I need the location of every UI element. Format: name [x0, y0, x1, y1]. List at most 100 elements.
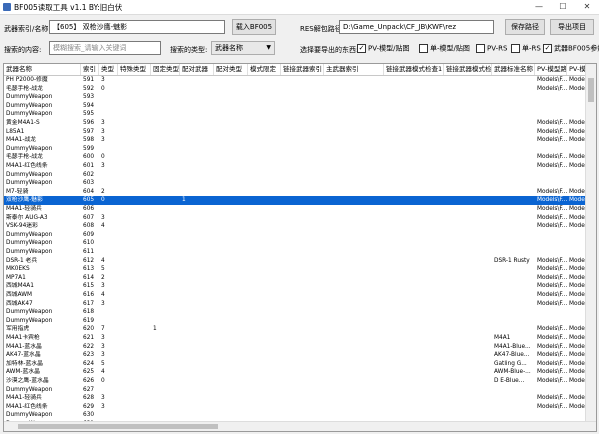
table-row[interactable]: DummyWeapon 602	[4, 171, 596, 180]
table-row[interactable]: DummyWeapon 593	[4, 93, 596, 102]
table-row-selected[interactable]: 双枪沙鹰-魅影60501Models\F...ModelText...Mode	[4, 196, 596, 205]
table-cell	[151, 85, 180, 94]
table-cell	[151, 205, 180, 214]
export-project-button[interactable]: 导出项目	[550, 19, 594, 35]
horizontal-scrollbar[interactable]	[4, 421, 596, 431]
table-cell: AWM-蓝水晶	[6, 369, 40, 376]
table-cell	[118, 403, 151, 412]
table-row[interactable]: 加特林-蓝水晶 624 5 Gatling G... Models\F... ModelT…	[4, 360, 596, 369]
save-path-button[interactable]: 保存路径	[505, 19, 545, 35]
table-row[interactable]: M4A1-红色线条6013Models\F...ModelText...Mode	[4, 162, 596, 171]
table-cell	[180, 239, 214, 248]
weapon-data-grid[interactable]: 武器名称 索引 类型 特殊类型 固定类型 配对武器 配对类型 模式限定 链接武器索引 主武器索引链…	[3, 63, 597, 432]
search-input[interactable]: 模糊搜索_请输入关键词	[49, 41, 161, 55]
table-row[interactable]: DummyWeapon 595	[4, 110, 596, 119]
table-row[interactable]: DSR-1 老兵 612 4 DSR-1 Rusty Models\F... ModelT…	[4, 257, 596, 266]
column-header[interactable]: 固定类型	[151, 64, 180, 75]
table-row[interactable]: 西城AWM6164Models\F...ModelText...Mode	[4, 291, 596, 300]
table-row[interactable]: M4A1-轻骑兵6283Models\F...ModelText...Mode	[4, 394, 596, 403]
table-cell: Models\F...	[537, 369, 567, 376]
table-row[interactable]: DummyWeapon 594	[4, 102, 596, 111]
checkbox-bf005-params[interactable]: ✓武器BF005参数	[543, 44, 599, 54]
search-type-select[interactable]: 武器名称 ▼	[211, 41, 275, 55]
table-row[interactable]: 西城AK476173Models\F...ModelText...Mode	[4, 300, 596, 309]
table-cell	[492, 411, 535, 420]
table-row[interactable]: DummyWeapon 610	[4, 239, 596, 248]
table-cell	[384, 317, 444, 326]
table-row[interactable]: PH P2000-修魔5913Models\F...ModelText...Mo…	[4, 76, 596, 85]
table-row[interactable]: DummyWeapon 618	[4, 308, 596, 317]
table-cell: 3	[101, 128, 105, 135]
table-cell: 0	[101, 378, 105, 384]
table-row[interactable]: L85A15973Models\F...ModelText...Mode	[4, 128, 596, 137]
vertical-scrollbar[interactable]	[585, 64, 596, 431]
table-cell	[384, 171, 444, 180]
checkbox-pv-model[interactable]: ✓ PV-模型/贴图	[357, 44, 409, 54]
column-header[interactable]: 类型	[99, 64, 118, 75]
table-row[interactable]: DummyWeapon 630	[4, 411, 596, 420]
checkbox-empty-icon	[419, 44, 428, 53]
table-cell	[384, 394, 444, 403]
column-header[interactable]: 配对武器	[180, 64, 214, 75]
table-row[interactable]: DummyWeapon 603	[4, 179, 596, 188]
column-header[interactable]: 模式限定	[248, 64, 281, 75]
table-row[interactable]: DummyWeapon 599	[4, 145, 596, 154]
table-cell: 4	[101, 292, 105, 298]
table-row[interactable]: M4A1-红色线条6293Models\F...ModelText...Mode	[4, 403, 596, 412]
table-row[interactable]: DummyWeapon 609	[4, 231, 596, 240]
table-cell: 3	[101, 120, 105, 126]
table-row[interactable]: 毛瑟手枪-战龙5920Models\F...ModelText...Mode	[4, 85, 596, 94]
maximize-button[interactable]: ☐	[551, 0, 575, 14]
chevron-down-icon: ▼	[266, 44, 271, 51]
table-cell	[180, 325, 214, 334]
table-row[interactable]: M4A1-战龙5983Models\F...ModelText...Mode	[4, 136, 596, 145]
table-row[interactable]: M4A1卡宾枪6213M4A1Models\F...ModelText...Mo…	[4, 334, 596, 343]
weapon-index-input[interactable]: 【605】 双枪沙鹰-魅影	[49, 20, 225, 34]
table-row[interactable]: 黄金M4A1-S5963Models\F...ModelText...Mode	[4, 119, 596, 128]
table-row[interactable]: 军用指虎62071Models\F...ModelText...	[4, 325, 596, 334]
scrollbar-thumb[interactable]	[18, 424, 218, 429]
table-cell	[281, 317, 324, 326]
table-row[interactable]: MP7A16142Models\F...ModelText...Mode	[4, 274, 596, 283]
table-cell	[180, 214, 214, 223]
table-row[interactable]: M4A1-蓝水晶 622 3 M4A1-Blue... Models\F... Model…	[4, 343, 596, 352]
close-button[interactable]: ✕	[575, 0, 599, 14]
table-cell	[444, 360, 492, 369]
column-header[interactable]: 主武器索引	[324, 64, 384, 75]
table-cell	[248, 179, 281, 188]
column-header[interactable]: 武器标准名称	[492, 64, 535, 75]
checkbox-single-rs[interactable]: 单-RS	[511, 44, 541, 54]
table-row[interactable]: VSK-94迷彩6084Models\F...ModelText...Mode	[4, 222, 596, 231]
scrollbar-thumb[interactable]	[588, 78, 594, 102]
table-cell: 622	[83, 343, 95, 350]
table-row[interactable]: 西城M4A16153Models\F...ModelText...Mode	[4, 282, 596, 291]
column-header[interactable]: 特殊类型	[118, 64, 151, 75]
table-row[interactable]: DummyWeapon 619	[4, 317, 596, 326]
table-cell: 591	[83, 77, 95, 83]
checkbox-pv-rs[interactable]: PV-RS	[476, 44, 507, 54]
table-row[interactable]: M7-轻骑6042Models\F...ModelText...Mode	[4, 188, 596, 197]
table-row[interactable]: 毛瑟手枪-战龙6000Models\F...ModelText...Mode	[4, 153, 596, 162]
checkbox-single-model[interactable]: 单-模型/贴图	[419, 44, 470, 54]
res-path-input[interactable]: D:\Game_Unpack\CF_JB\KWF\rez	[339, 20, 494, 34]
table-row[interactable]: DummyWeapon 611	[4, 248, 596, 257]
load-bf005-button[interactable]: 载入BF005	[232, 19, 276, 35]
column-header[interactable]: 配对类型	[214, 64, 248, 75]
table-row[interactable]: AWM-蓝水晶 625 4 AWM-Blue-... Models\F... ModelT…	[4, 368, 596, 377]
minimize-button[interactable]: —	[527, 0, 551, 14]
column-header[interactable]: 链接武器模式检查2	[444, 64, 492, 75]
column-header[interactable]: 武器名称	[4, 64, 81, 75]
table-cell: 0	[101, 85, 105, 92]
table-row[interactable]: 沙漠之鹰-蓝水晶 626 0 D E-Blue... Models\F... ModelT…	[4, 377, 596, 386]
table-row[interactable]: AK47-蓝水晶 623 3 AK47-Blue... Models\F... Model…	[4, 351, 596, 360]
column-header[interactable]: 链接武器模式检查1	[384, 64, 444, 75]
table-row[interactable]: MK0EKS6135Models\F...ModelText...Mode	[4, 265, 596, 274]
column-header[interactable]: PV-模型路径	[535, 64, 567, 75]
column-header[interactable]: 链接武器索引	[281, 64, 324, 75]
column-header[interactable]: 索引	[81, 64, 99, 75]
table-row[interactable]: M4A1-轻骑兵606Models\F...ModelText...Mode	[4, 205, 596, 214]
table-cell	[248, 343, 281, 352]
table-cell	[535, 248, 567, 257]
table-row[interactable]: DummyWeapon 627	[4, 386, 596, 395]
table-row[interactable]: 斯泰尔 AUG-A36073Models\F...ModelText...Mod…	[4, 214, 596, 223]
